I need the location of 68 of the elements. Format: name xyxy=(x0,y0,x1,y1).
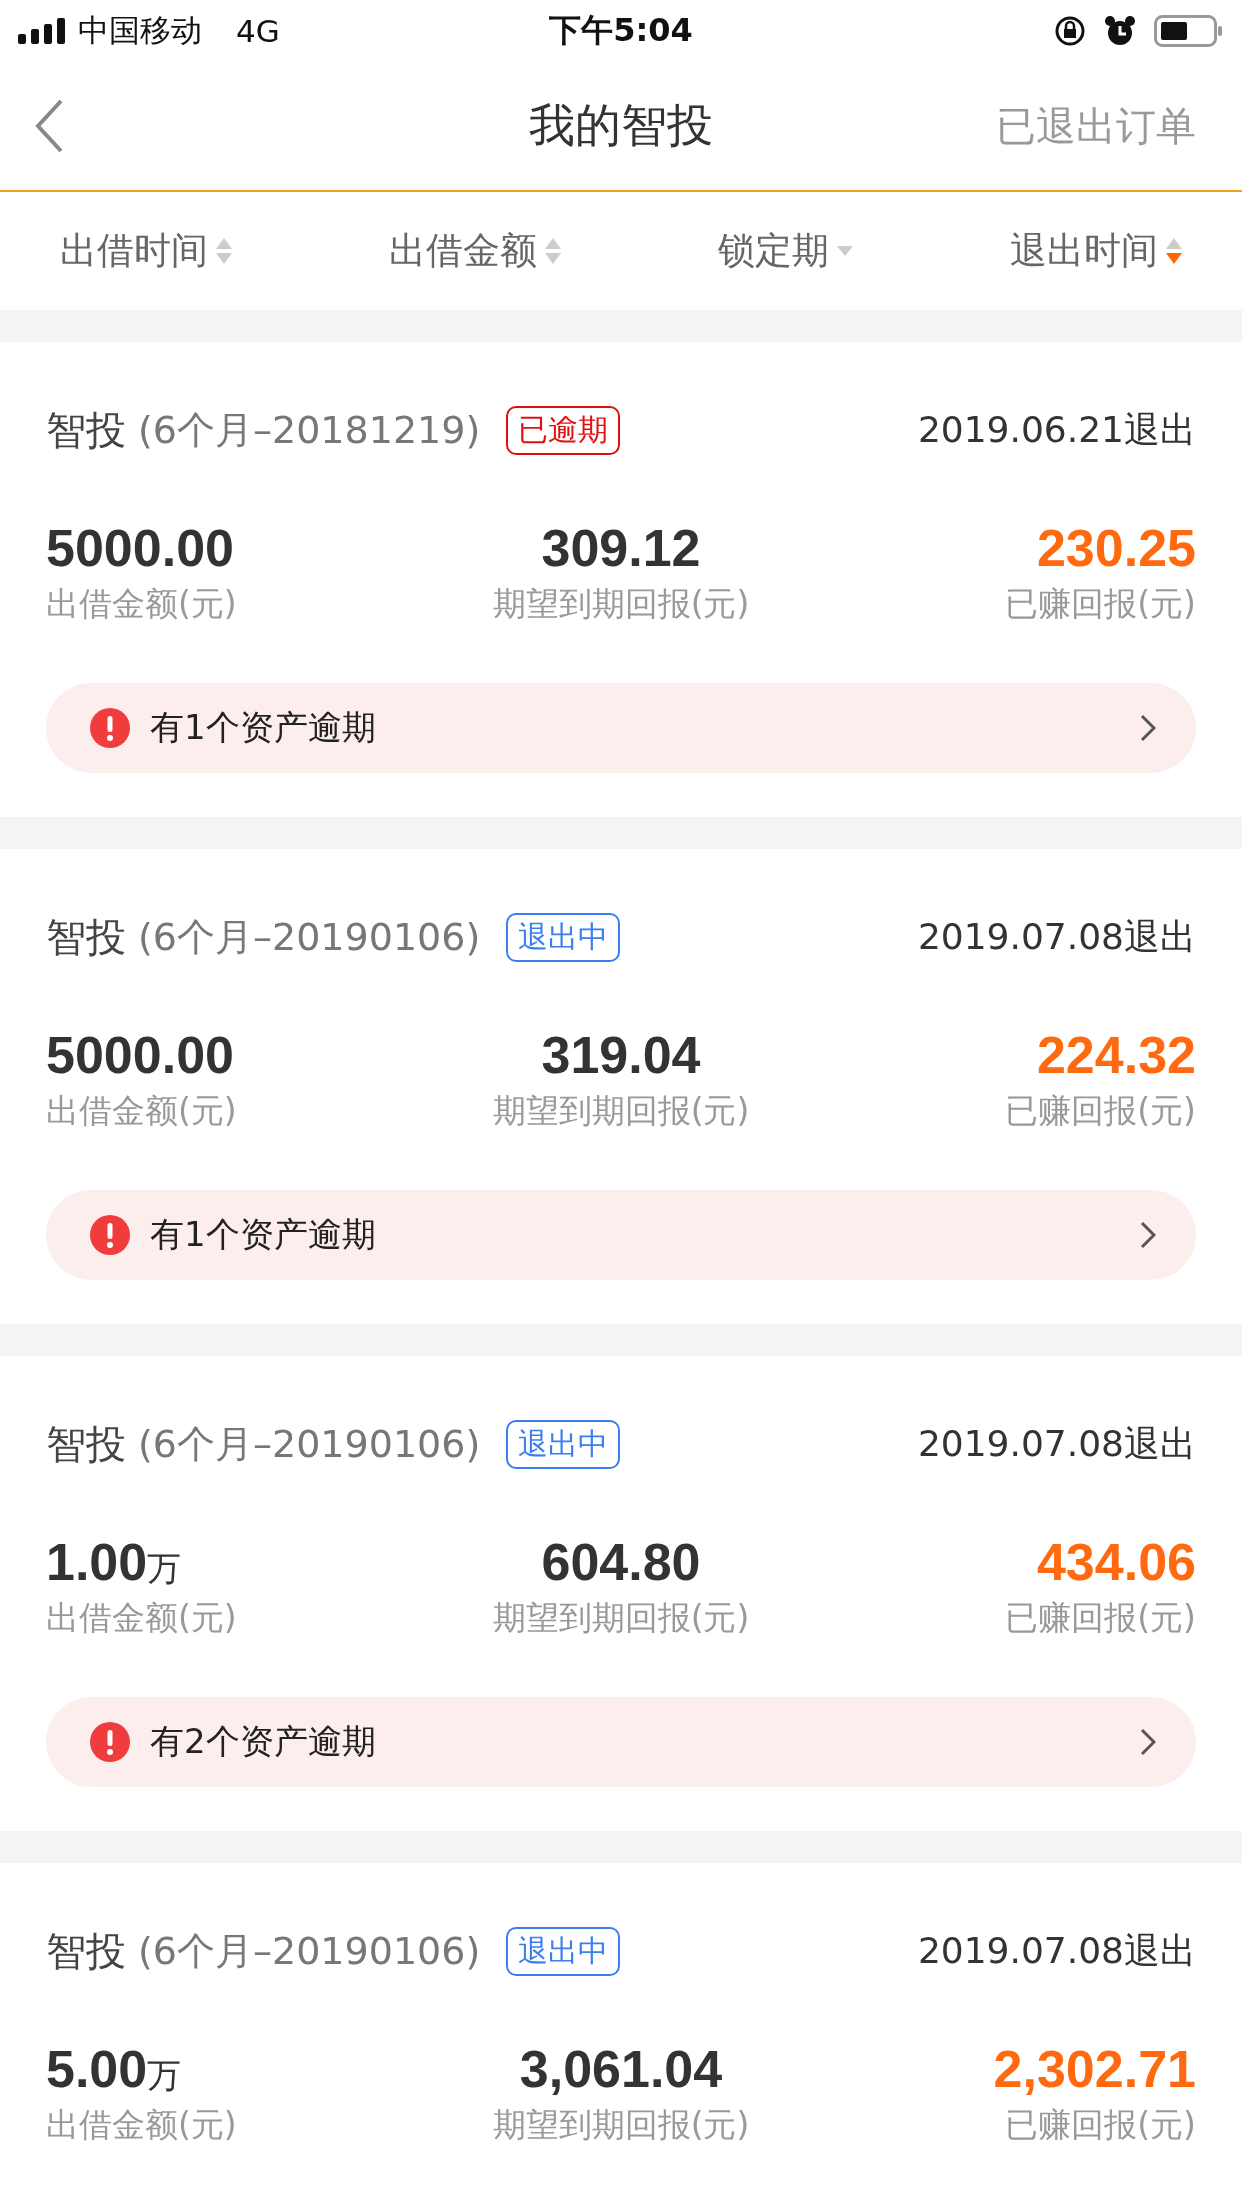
warning-icon xyxy=(90,1722,130,1762)
product-term: (6个月–20181219) xyxy=(138,406,481,454)
stat-label: 期望到期回报(元) xyxy=(492,2104,750,2146)
carrier-name: 中国移动 xyxy=(78,11,202,50)
warning-icon xyxy=(90,708,130,748)
amount-unit: 万 xyxy=(147,1548,182,1590)
product-name: 智投 xyxy=(46,912,126,962)
sort-tab[interactable]: 出借金额 xyxy=(389,226,561,276)
loan-amount: 5000.00 xyxy=(46,1025,234,1085)
overdue-alert-bar[interactable]: 有1个资产逾期 xyxy=(46,683,1196,773)
warning-icon xyxy=(90,1215,130,1255)
sort-tab[interactable]: 锁定期 xyxy=(718,226,853,276)
expected-return: 3,061.04 xyxy=(519,2039,723,2099)
chevron-right-icon xyxy=(1140,1221,1156,1249)
loan-amount: 5000.00 xyxy=(46,518,234,578)
earned-return: 230.25 xyxy=(1036,518,1196,578)
exit-date: 2019.07.08退出 xyxy=(917,1928,1196,1973)
earned-return: 434.06 xyxy=(1036,1532,1196,1592)
status-time: 下午5:04 xyxy=(548,10,694,51)
loan-amount: 5.00 xyxy=(46,2039,148,2099)
stat-label: 出借金额(元) xyxy=(46,2104,238,2146)
stat-label: 出借金额(元) xyxy=(46,1597,238,1639)
order-card[interactable]: 智投 (6个月–20181219) 已逾期 2019.06.21退出 5000.00 出借金额(元) 309.12 期望到期回报(元) 230.25 已赚回报(元) 有1个资产逾期 xyxy=(0,342,1242,817)
order-card[interactable]: 智投 (6个月–20190106) 退出中 2019.07.08退出 5000.00 出借金额(元) 319.04 期望到期回报(元) 224.32 已赚回报(元) 有1个资产逾期 xyxy=(0,849,1242,1324)
battery-icon xyxy=(1154,15,1224,47)
product-term: (6个月–20190106) xyxy=(138,913,481,961)
expected-return: 604.80 xyxy=(541,1532,701,1592)
chevron-right-icon xyxy=(1140,1728,1156,1756)
stat-label: 出借金额(元) xyxy=(46,583,238,625)
product-name: 智投 xyxy=(46,405,126,455)
order-card[interactable]: 智投 (6个月–20190106) 退出中 2019.07.08退出 1.00万 出借金额(元) 604.80 期望到期回报(元) 434.06 已赚回报(元) 有2个资产逾期 xyxy=(0,1356,1242,1831)
loan-amount: 1.00 xyxy=(46,1532,148,1592)
back-button[interactable] xyxy=(34,98,64,154)
signal-icon xyxy=(18,18,68,44)
amount-unit: 万 xyxy=(147,2055,182,2097)
product-term: (6个月–20190106) xyxy=(138,1420,481,1468)
stat-label: 期望到期回报(元) xyxy=(492,1090,750,1132)
sort-tab[interactable]: 退出时间 xyxy=(1010,226,1182,276)
product-name: 智投 xyxy=(46,1926,126,1976)
status-tag: 退出中 xyxy=(506,1926,621,1976)
exit-date: 2019.07.08退出 xyxy=(917,914,1196,959)
rotation-lock-icon xyxy=(1054,15,1086,47)
exit-date: 2019.07.08退出 xyxy=(917,1421,1196,1466)
chevron-right-icon xyxy=(1140,714,1156,742)
exit-date: 2019.06.21退出 xyxy=(917,407,1196,452)
expected-return: 309.12 xyxy=(541,518,701,578)
network-type: 4G xyxy=(236,13,280,49)
overdue-alert-bar[interactable]: 有1个资产逾期 xyxy=(46,1190,1196,1280)
sort-tab[interactable]: 出借时间 xyxy=(60,226,232,276)
alarm-icon xyxy=(1104,15,1136,47)
stat-label: 出借金额(元) xyxy=(46,1090,238,1132)
order-card[interactable]: 智投 (6个月–20190106) 退出中 2019.07.08退出 5.00万 出借金额(元) 3,061.04 期望到期回报(元) 2,302.71 已赚回报(元) xyxy=(0,1863,1242,2192)
overdue-alert-bar[interactable]: 有2个资产逾期 xyxy=(46,1697,1196,1787)
status-tag: 退出中 xyxy=(506,912,621,962)
stat-label: 已赚回报(元) xyxy=(1005,2104,1196,2146)
earned-return: 224.32 xyxy=(1036,1025,1196,1085)
stat-label: 已赚回报(元) xyxy=(1005,583,1196,625)
stat-label: 期望到期回报(元) xyxy=(492,583,750,625)
stat-label: 期望到期回报(元) xyxy=(492,1597,750,1639)
status-tag: 已逾期 xyxy=(506,405,621,455)
stat-label: 已赚回报(元) xyxy=(1005,1090,1196,1132)
earned-return: 2,302.71 xyxy=(993,2039,1196,2099)
product-term: (6个月–20190106) xyxy=(138,1927,481,1975)
status-tag: 退出中 xyxy=(506,1419,621,1469)
stat-label: 已赚回报(元) xyxy=(1005,1597,1196,1639)
expected-return: 319.04 xyxy=(541,1025,701,1085)
page-title: 我的智投 xyxy=(528,97,714,154)
product-name: 智投 xyxy=(46,1419,126,1469)
